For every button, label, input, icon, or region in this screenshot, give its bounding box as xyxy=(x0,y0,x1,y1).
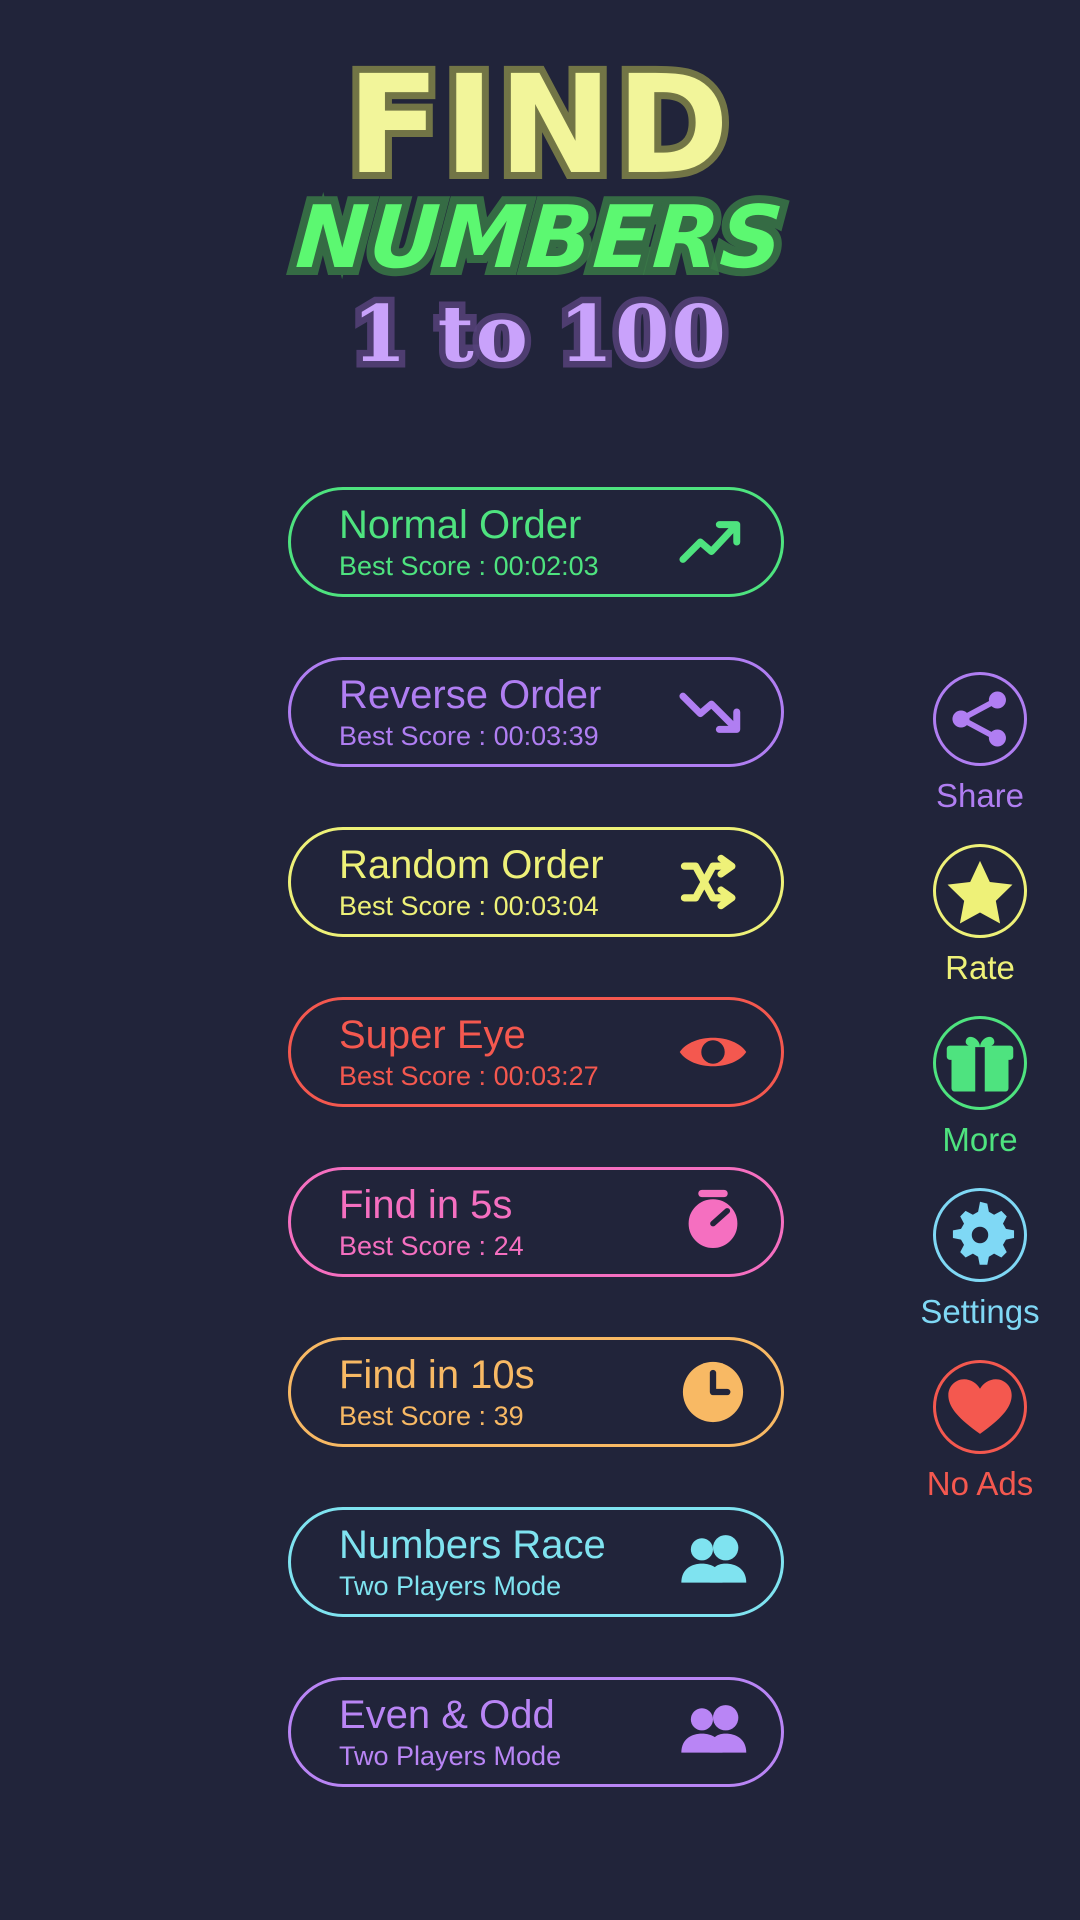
mode-button-super-eye[interactable]: Super Eye Best Score : 00:03:27 xyxy=(288,997,784,1107)
mode-button-numbers-race[interactable]: Numbers Race Two Players Mode xyxy=(288,1507,784,1617)
mode-best-score: Two Players Mode xyxy=(339,1740,562,1771)
shuffle-icon xyxy=(661,830,765,934)
mode-best-score: Two Players Mode xyxy=(339,1570,562,1601)
star-icon[interactable] xyxy=(933,844,1027,938)
mode-text-group: Numbers Race Two Players Mode xyxy=(291,1522,661,1603)
side-action-rail: Share Rate More Settings No Ads xyxy=(880,672,1080,1532)
mode-button-find-in-10s[interactable]: Find in 10s Best Score : 39 xyxy=(288,1337,784,1447)
mode-text-group: Find in 5s Best Score : 24 xyxy=(291,1182,661,1263)
two-people-icon xyxy=(661,1510,765,1614)
gear-icon[interactable] xyxy=(933,1188,1027,1282)
mode-title: Random Order xyxy=(339,842,604,887)
eye-icon xyxy=(661,1000,765,1104)
app-root: FIND NUMBERS 1 to 100 Normal Order Best S… xyxy=(0,0,1080,1920)
rail-label: Share xyxy=(935,777,1025,814)
mode-best-score: Best Score : 00:02:03 xyxy=(339,550,599,581)
mode-text-group: Super Eye Best Score : 00:03:27 xyxy=(291,1012,661,1093)
mode-text-group: Normal Order Best Score : 00:02:03 xyxy=(291,502,661,583)
rail-label: No Ads xyxy=(926,1465,1034,1502)
title-line-find: FIND xyxy=(340,47,736,205)
mode-button-normal-order[interactable]: Normal Order Best Score : 00:02:03 xyxy=(288,487,784,597)
mode-best-score: Best Score : 24 xyxy=(339,1230,524,1261)
share-icon[interactable] xyxy=(933,672,1027,766)
rail-label: Settings xyxy=(920,1293,1040,1330)
mode-text-group: Random Order Best Score : 00:03:04 xyxy=(291,842,661,923)
mode-best-score: Best Score : 39 xyxy=(339,1400,524,1431)
rail-button-more[interactable]: More xyxy=(880,1016,1080,1160)
title-line-numbers: NUMBERS xyxy=(285,180,795,296)
mode-text-group: Reverse Order Best Score : 00:03:39 xyxy=(291,672,661,753)
mode-text-group: Even & Odd Two Players Mode xyxy=(291,1692,661,1773)
mode-title: Find in 10s xyxy=(339,1352,535,1397)
rail-label: More xyxy=(942,1121,1018,1158)
mode-title: Even & Odd xyxy=(339,1692,555,1737)
mode-title: Find in 5s xyxy=(339,1182,513,1227)
mode-button-reverse-order[interactable]: Reverse Order Best Score : 00:03:39 xyxy=(288,657,784,767)
rail-label: Rate xyxy=(945,949,1015,986)
rail-button-no-ads[interactable]: No Ads xyxy=(880,1360,1080,1504)
mode-best-score: Best Score : 00:03:27 xyxy=(339,1060,599,1091)
mode-text-group: Find in 10s Best Score : 39 xyxy=(291,1352,661,1433)
mode-button-find-in-5s[interactable]: Find in 5s Best Score : 24 xyxy=(288,1167,784,1277)
mode-button-random-order[interactable]: Random Order Best Score : 00:03:04 xyxy=(288,827,784,937)
stopwatch-icon xyxy=(661,1170,765,1274)
title-line-range: 1 to 100 xyxy=(346,285,732,384)
rail-button-share[interactable]: Share xyxy=(880,672,1080,816)
mode-title: Super Eye xyxy=(339,1012,526,1057)
clock-icon xyxy=(661,1340,765,1444)
game-title-block: FIND NUMBERS 1 to 100 xyxy=(0,47,1080,384)
trending-up-icon xyxy=(661,490,765,594)
two-people-icon xyxy=(661,1680,765,1784)
trending-down-icon xyxy=(661,660,765,764)
mode-best-score: Best Score : 00:03:04 xyxy=(339,890,599,921)
gift-icon[interactable] xyxy=(933,1016,1027,1110)
rail-button-settings[interactable]: Settings xyxy=(880,1188,1080,1332)
mode-title: Reverse Order xyxy=(339,672,602,717)
mode-title: Normal Order xyxy=(339,502,582,547)
mode-button-even-odd[interactable]: Even & Odd Two Players Mode xyxy=(288,1677,784,1787)
rail-button-rate[interactable]: Rate xyxy=(880,844,1080,988)
mode-title: Numbers Race xyxy=(339,1522,606,1567)
heart-icon[interactable] xyxy=(933,1360,1027,1454)
game-mode-list: Normal Order Best Score : 00:02:03 Reverse… xyxy=(288,487,784,1847)
mode-best-score: Best Score : 00:03:39 xyxy=(339,720,599,751)
